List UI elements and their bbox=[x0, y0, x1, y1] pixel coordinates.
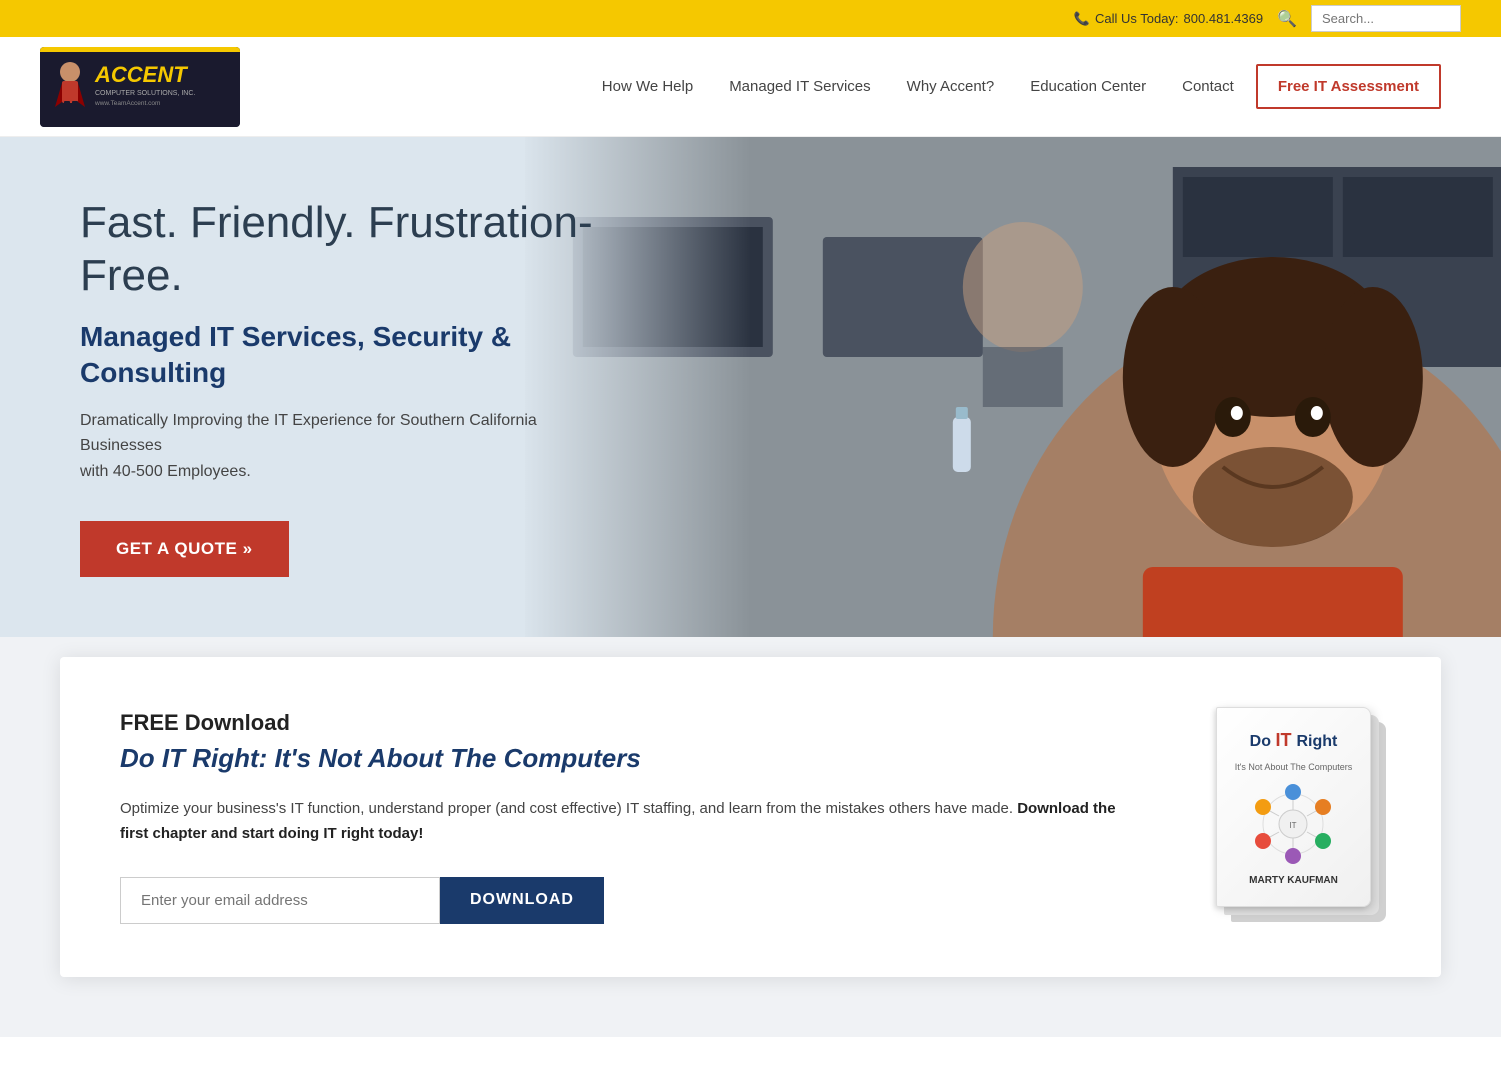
phone-number: 800.481.4369 bbox=[1184, 11, 1264, 26]
hero-subheadline: Managed IT Services, Security & Consulti… bbox=[80, 319, 620, 392]
download-free-label: FREE Download bbox=[120, 710, 1121, 736]
logo-area[interactable]: ACCENT COMPUTER SOLUTIONS, INC. www.Team… bbox=[40, 47, 240, 127]
download-section: FREE Download Do IT Right: It's Not Abou… bbox=[60, 657, 1441, 977]
header: ACCENT COMPUTER SOLUTIONS, INC. www.Team… bbox=[0, 37, 1501, 137]
book-author: MARTY KAUFMAN bbox=[1249, 875, 1338, 886]
nav-why-accent[interactable]: Why Accent? bbox=[893, 70, 1009, 103]
download-description: Optimize your business's IT function, un… bbox=[120, 796, 1121, 847]
hero-description: Dramatically Improving the IT Experience… bbox=[80, 408, 620, 485]
nav-education-center[interactable]: Education Center bbox=[1016, 70, 1160, 103]
hero-headline: Fast. Friendly. Frustration-Free. bbox=[80, 197, 620, 303]
main-nav: How We Help Managed IT Services Why Acce… bbox=[588, 64, 1441, 109]
search-input[interactable] bbox=[1311, 5, 1461, 32]
book-visual-area: Do IT Right It's Not About The Computers… bbox=[1181, 707, 1381, 927]
book-diagram-svg: IT bbox=[1251, 782, 1336, 867]
phone-icon: 📞 bbox=[1074, 11, 1090, 27]
svg-text:www.TeamAccent.com: www.TeamAccent.com bbox=[94, 100, 160, 107]
get-quote-button[interactable]: GET A QUOTE » bbox=[80, 521, 289, 577]
book-title: Do IT Right bbox=[1250, 728, 1338, 753]
svg-text:IT: IT bbox=[1289, 821, 1296, 830]
logo-box: ACCENT COMPUTER SOLUTIONS, INC. www.Team… bbox=[40, 47, 240, 127]
download-button[interactable]: DOWNLOAD bbox=[440, 877, 604, 924]
hero-content: Fast. Friendly. Frustration-Free. Manage… bbox=[0, 197, 700, 576]
book-visual: Do IT Right It's Not About The Computers… bbox=[1191, 707, 1371, 927]
nav-how-we-help[interactable]: How We Help bbox=[588, 70, 707, 103]
phone-display: 📞 Call Us Today: 800.481.4369 bbox=[1074, 11, 1263, 27]
free-assessment-button[interactable]: Free IT Assessment bbox=[1256, 64, 1441, 109]
download-desc-bold: Download the first chapter and start doi… bbox=[120, 800, 1116, 843]
download-section-wrapper: FREE Download Do IT Right: It's Not Abou… bbox=[0, 637, 1501, 1037]
svg-text:ACCENT: ACCENT bbox=[94, 62, 188, 87]
book-cover: Do IT Right It's Not About The Computers… bbox=[1216, 707, 1371, 907]
nav-managed-it[interactable]: Managed IT Services bbox=[715, 70, 884, 103]
search-icon[interactable]: 🔍 bbox=[1277, 9, 1297, 29]
nav-contact[interactable]: Contact bbox=[1168, 70, 1248, 103]
logo-svg: ACCENT COMPUTER SOLUTIONS, INC. www.Team… bbox=[40, 47, 240, 127]
phone-label: Call Us Today: bbox=[1095, 11, 1179, 26]
download-form: DOWNLOAD bbox=[120, 877, 1121, 924]
hero-section: Fast. Friendly. Frustration-Free. Manage… bbox=[0, 137, 1501, 637]
svg-text:COMPUTER SOLUTIONS, INC.: COMPUTER SOLUTIONS, INC. bbox=[95, 90, 195, 97]
book-subtitle: It's Not About The Computers bbox=[1235, 762, 1353, 772]
email-input[interactable] bbox=[120, 877, 440, 924]
download-content: FREE Download Do IT Right: It's Not Abou… bbox=[120, 710, 1121, 924]
utility-bar: 📞 Call Us Today: 800.481.4369 🔍 bbox=[0, 0, 1501, 37]
download-title: Do IT Right: It's Not About The Computer… bbox=[120, 742, 1121, 776]
